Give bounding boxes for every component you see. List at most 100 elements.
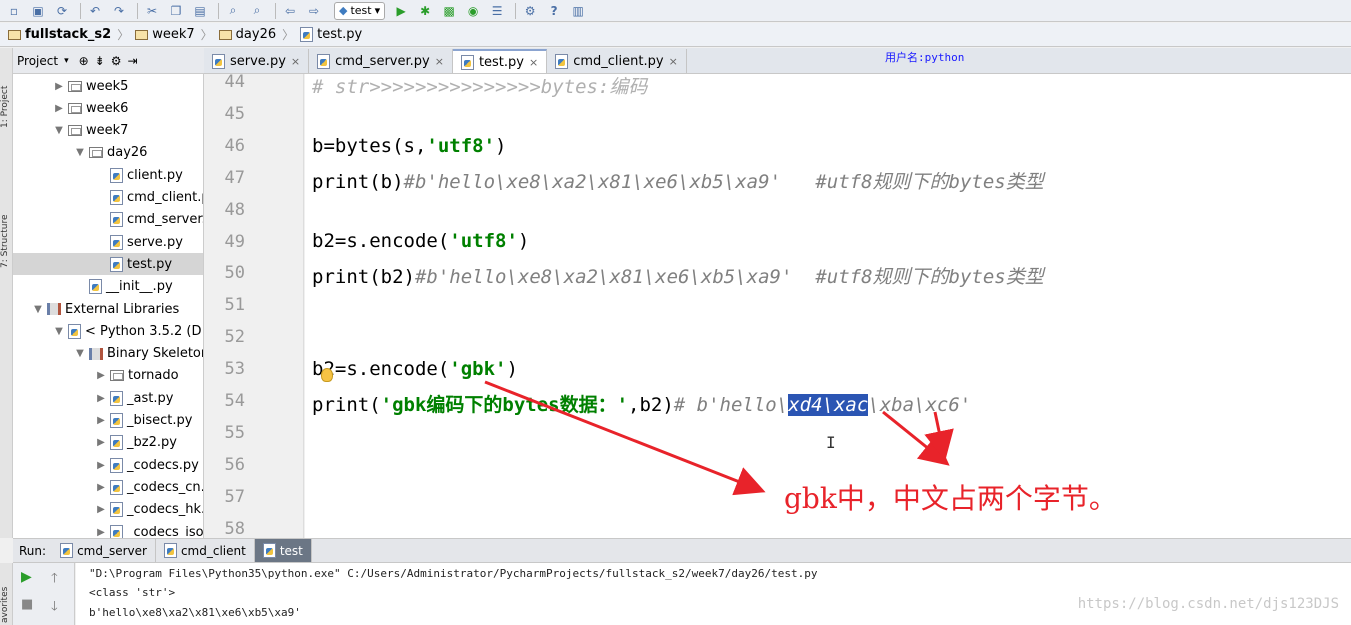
project-tool-button[interactable]: 1: Project xyxy=(0,86,10,128)
gear-icon[interactable]: ⚙ xyxy=(111,54,122,68)
run-config-select[interactable]: ◆ test ▾ xyxy=(334,1,386,20)
run-icon[interactable]: ▶ xyxy=(391,1,411,21)
collapsed-arrow-icon[interactable]: ▶ xyxy=(96,527,106,538)
help-icon[interactable]: ? xyxy=(544,1,564,21)
breadcrumb-day26[interactable]: day26 xyxy=(213,27,282,42)
rerun-icon[interactable]: ▶ xyxy=(21,569,32,585)
collapse-icon[interactable]: ⇟ xyxy=(95,54,105,68)
tree-item[interactable]: ▶ week6 xyxy=(13,97,128,119)
expanded-arrow-icon[interactable]: ▼ xyxy=(33,304,43,315)
tree-item[interactable]: ▶ tornado xyxy=(13,365,178,387)
stop-icon[interactable]: ■ xyxy=(21,597,33,612)
tree-item[interactable]: ▶ week5 xyxy=(13,75,128,97)
profile-icon[interactable]: ◉ xyxy=(463,1,483,21)
code-editor[interactable]: # str>>>>>>>>>>>>>>>bytes:编码 b=bytes(s,'… xyxy=(305,74,1351,538)
collapsed-arrow-icon[interactable]: ▶ xyxy=(96,393,106,404)
collapsed-arrow-icon[interactable]: ▶ xyxy=(96,460,106,471)
target-icon[interactable]: ⊕ xyxy=(79,54,89,68)
coverage-icon[interactable]: ▩ xyxy=(439,1,459,21)
redo-icon[interactable]: ↷ xyxy=(109,1,129,21)
collapsed-arrow-icon[interactable]: ▶ xyxy=(96,504,106,515)
tree-item[interactable]: ▶ _bz2.py xyxy=(13,432,177,454)
python-file-icon xyxy=(262,543,276,558)
collapsed-arrow-icon[interactable]: ▶ xyxy=(96,415,106,426)
favorites-tool-button[interactable]: avorites xyxy=(0,587,10,623)
tree-item[interactable]: ▶ _codecs.py xyxy=(13,454,199,476)
tree-item[interactable]: ▼ day26 xyxy=(13,142,147,164)
paste-icon[interactable]: ▤ xyxy=(190,1,210,21)
debug-icon[interactable]: ✱ xyxy=(415,1,435,21)
expanded-arrow-icon[interactable]: ▼ xyxy=(54,326,64,337)
tree-item[interactable]: cmd_client.py xyxy=(13,187,203,209)
tasks-icon[interactable]: ☰ xyxy=(487,1,507,21)
collapsed-arrow-icon[interactable]: ▶ xyxy=(54,103,64,114)
tree-item[interactable]: ▶ _bisect.py xyxy=(13,410,192,432)
editor-tab[interactable]: serve.py × xyxy=(204,49,310,73)
close-icon[interactable]: × xyxy=(669,55,678,68)
user-label: 用户名:python xyxy=(885,51,965,64)
tree-item[interactable]: __init__.py xyxy=(13,276,173,298)
python-file-icon xyxy=(110,435,123,451)
close-icon[interactable]: × xyxy=(435,55,444,68)
annotation-text: gbk中，中文占两个字节。 xyxy=(784,482,1117,515)
save-icon[interactable]: ▣ xyxy=(28,1,48,21)
cut-icon[interactable]: ✂ xyxy=(142,1,162,21)
line-number: 50 xyxy=(224,263,245,284)
collapsed-arrow-icon[interactable]: ▶ xyxy=(96,437,106,448)
sdk-icon[interactable]: ▥ xyxy=(568,1,588,21)
editor-tab[interactable]: cmd_server.py × xyxy=(309,49,453,73)
close-icon[interactable]: × xyxy=(529,56,538,69)
close-icon[interactable]: × xyxy=(291,55,300,68)
tree-item[interactable]: serve.py xyxy=(13,231,183,253)
editor-tab-label: cmd_server.py xyxy=(335,53,430,69)
scroll-down-icon[interactable]: 🡓 xyxy=(51,597,58,619)
hide-icon[interactable]: ⇥ xyxy=(127,54,137,68)
new-file-icon[interactable]: ▫ xyxy=(4,1,24,21)
replace-icon[interactable]: ⌕ xyxy=(247,1,267,21)
find-icon[interactable]: ⌕ xyxy=(223,1,243,21)
breadcrumb-file[interactable]: test.py xyxy=(294,27,368,42)
tree-item[interactable]: ▶ _codecs_cn.py xyxy=(13,476,203,498)
back-icon[interactable]: ⇦ xyxy=(280,1,300,21)
copy-icon[interactable]: ❐ xyxy=(166,1,186,21)
tree-item[interactable]: client.py xyxy=(13,164,183,186)
tree-item[interactable]: ▼ External Libraries xyxy=(13,298,179,320)
structure-tool-button[interactable]: 7: Structure xyxy=(0,215,10,269)
tree-item-label: cmd_client.py xyxy=(127,190,203,205)
editor-tab[interactable]: cmd_client.py × xyxy=(547,49,687,73)
line-number: 51 xyxy=(224,295,245,316)
breadcrumb-week7[interactable]: week7 xyxy=(129,27,200,42)
forward-icon[interactable]: ⇨ xyxy=(304,1,324,21)
expanded-arrow-icon[interactable]: ▼ xyxy=(75,348,85,359)
expanded-arrow-icon[interactable]: ▼ xyxy=(54,125,64,136)
breadcrumb-project[interactable]: fullstack_s2 xyxy=(2,27,117,42)
run-tab[interactable]: cmd_server xyxy=(52,539,156,562)
intention-bulb-icon[interactable] xyxy=(321,368,333,382)
settings-icon[interactable]: ⚙ xyxy=(520,1,540,21)
run-output[interactable]: "D:\Program Files\Python35\python.exe" C… xyxy=(76,563,1351,625)
run-tab[interactable]: cmd_client xyxy=(156,539,255,562)
collapsed-arrow-icon[interactable]: ▶ xyxy=(54,81,64,92)
tree-item[interactable]: ▶ _ast.py xyxy=(13,387,173,409)
collapsed-arrow-icon[interactable]: ▶ xyxy=(96,482,106,493)
scroll-up-icon[interactable]: 🡑 xyxy=(51,569,58,591)
collapsed-arrow-icon[interactable]: ▶ xyxy=(96,370,106,381)
run-tab[interactable]: test xyxy=(254,539,312,562)
tree-item[interactable]: cmd_server.py xyxy=(13,209,203,231)
tree-item-label: Binary Skeletons xyxy=(107,346,203,362)
tree-item[interactable]: ▶ _codecs_hk.py xyxy=(13,499,203,521)
tree-item-label: serve.py xyxy=(127,234,183,250)
project-view-selector[interactable]: Project xyxy=(17,54,58,68)
code-line-46: b=bytes(s,'utf8') xyxy=(312,135,507,157)
undo-icon[interactable]: ↶ xyxy=(85,1,105,21)
tree-item[interactable]: test.py xyxy=(13,253,203,276)
python-file-icon xyxy=(68,323,81,339)
editor-tab[interactable]: test.py × xyxy=(452,49,548,73)
tree-item[interactable]: ▼ Binary Skeletons xyxy=(13,343,203,365)
sync-icon[interactable]: ⟳ xyxy=(52,1,72,21)
tree-item[interactable]: ▼ < Python 3.5.2 (D:\Pr xyxy=(13,320,203,342)
main-toolbar: ▫ ▣ ⟳ ↶ ↷ ✂ ❐ ▤ ⌕ ⌕ ⇦ ⇨ ◆ test ▾ ▶ ✱ ▩ ◉… xyxy=(0,0,1351,22)
tree-item[interactable]: ▶ _codecs_iso20 xyxy=(13,521,203,538)
expanded-arrow-icon[interactable]: ▼ xyxy=(75,147,85,158)
tree-item[interactable]: ▼ week7 xyxy=(13,120,128,142)
